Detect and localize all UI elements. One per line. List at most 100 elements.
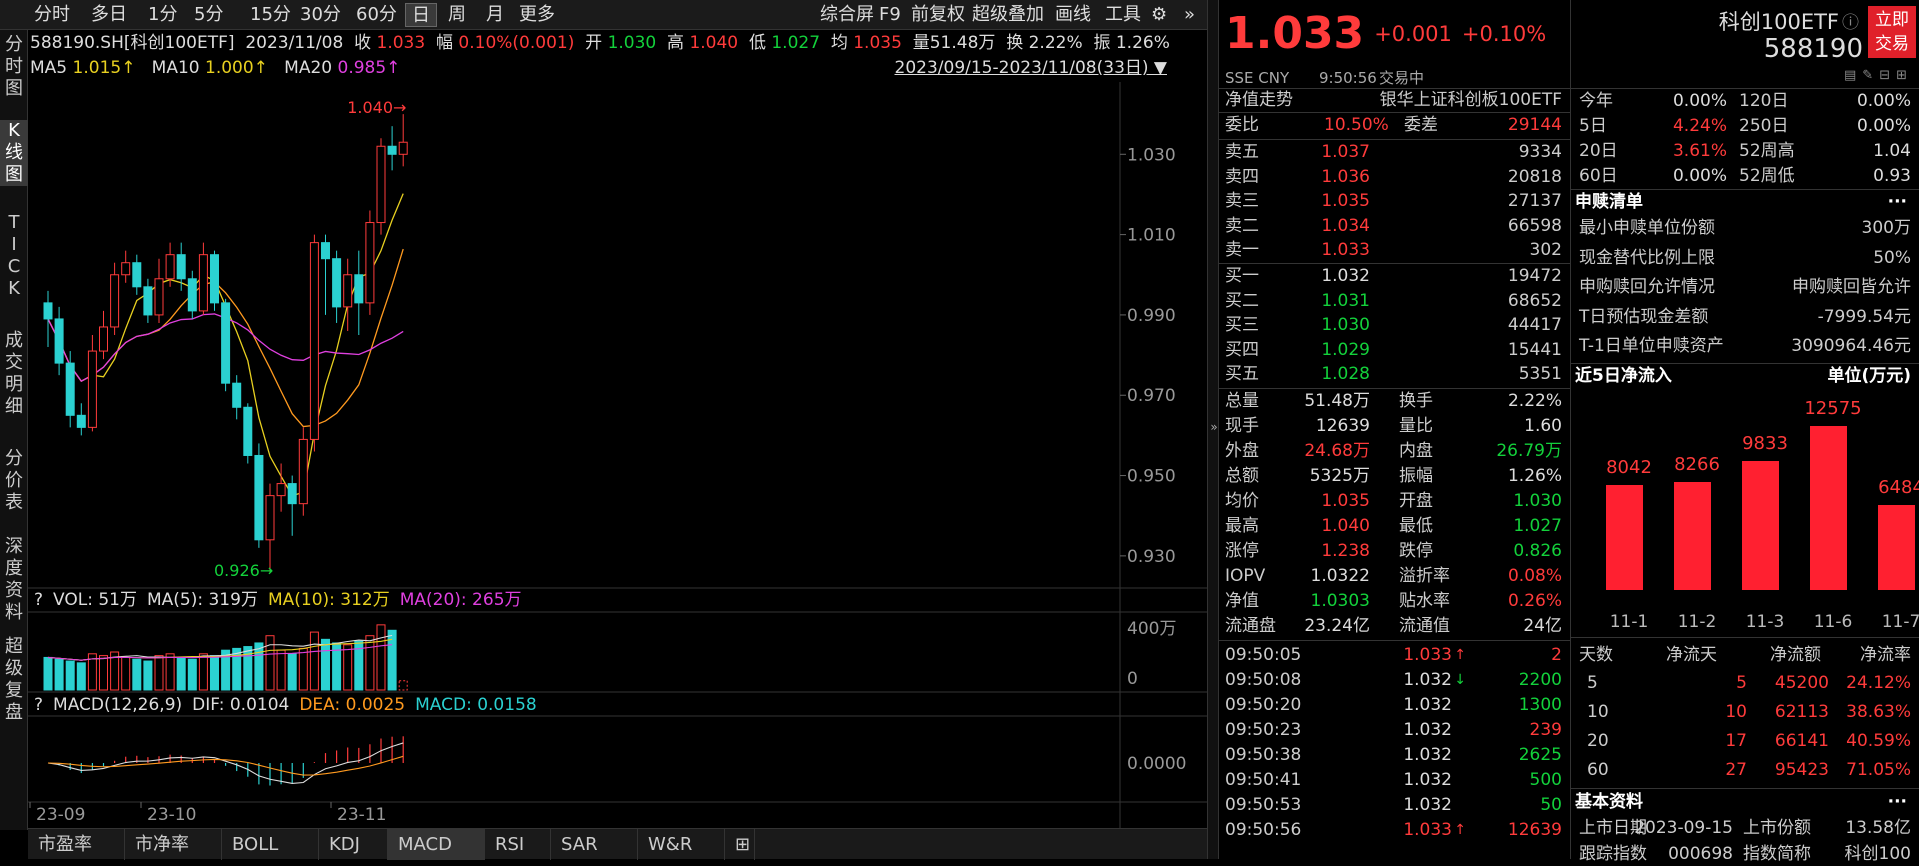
avg-value: 1.035: [853, 33, 902, 53]
bid-row: 买二 1.031 68652: [1219, 289, 1570, 313]
stat-value: 1.26%: [1507, 466, 1562, 486]
indicator-tab[interactable]: ⊞: [725, 829, 755, 860]
macd-legend-item: DEA: 0.0025: [299, 695, 405, 715]
ask-label: 卖五: [1225, 142, 1259, 162]
stat-label: 最高: [1225, 516, 1259, 536]
stat-value: 24.68万: [1304, 441, 1370, 461]
stat-row: 净值 1.0303 贴水率 0.26%: [1219, 589, 1570, 613]
candle: [54, 306, 64, 376]
ask-label: 卖三: [1225, 191, 1259, 211]
perf-value: 4.24%: [1672, 116, 1727, 136]
minus-icon[interactable]: ⊟: [1879, 68, 1896, 83]
indicator-tab[interactable]: W&R: [638, 829, 725, 860]
candle: [87, 335, 97, 432]
bid-label: 买五: [1225, 364, 1259, 384]
volume-bar: [398, 680, 408, 691]
indicator-tab[interactable]: SAR: [551, 829, 638, 860]
y-tick-label: 0.990: [1127, 306, 1176, 326]
candle-body: [198, 254, 208, 312]
indicator-tab[interactable]: 市盈率: [28, 829, 125, 860]
edit-icon[interactable]: ✎: [1862, 68, 1879, 83]
ask-price: 1.036: [1321, 166, 1370, 187]
stat-value: 1.0322: [1310, 566, 1370, 586]
inflow-bar-date: 11-2: [1677, 612, 1717, 632]
tick-price: 1.032: [1403, 695, 1452, 715]
more-icon: ···: [1887, 792, 1907, 812]
ask-volume: 27137: [1507, 191, 1562, 211]
turn-label: 换: [1006, 33, 1024, 53]
stat-label: 流通盘: [1225, 616, 1276, 636]
vol-label: 量: [912, 33, 930, 53]
macd-legend: ? MACD(12,26,9) DIF: 0.0104 DEA: 0.0025 MACD…: [34, 695, 537, 715]
ma5-value: 1.015↑: [72, 58, 136, 78]
stat-value: 24亿: [1523, 616, 1562, 636]
perf-value: 3.61%: [1672, 141, 1727, 161]
macd-legend-item: MACD: 0.0158: [415, 695, 537, 715]
candle: [143, 278, 153, 323]
quote-time: 9:50:56: [1319, 69, 1377, 87]
stat-label: 量比: [1399, 416, 1433, 436]
redeem-row: 现金替代比例上限 50%: [1571, 244, 1919, 273]
candle-body: [210, 254, 219, 304]
indicator-tab[interactable]: MACD: [388, 829, 485, 860]
indicator-tab[interactable]: KDJ: [319, 829, 388, 860]
perf-label: 120日: [1739, 91, 1789, 111]
basic-header: 基本资料 ···: [1571, 790, 1919, 814]
arrow-up-icon: ↑: [1454, 647, 1466, 663]
bid-volume: 5351: [1518, 364, 1562, 384]
flow-table-cell: 40.59%: [1846, 731, 1911, 751]
fund-info-panel: 科创100ETF ⓘ 588190 立即 交易 ▤✎⊟⊞ 今年 0.00% 120日 0.00% 5…: [1570, 0, 1919, 864]
volume-bar: [99, 655, 108, 691]
panel-collapse-handle[interactable]: »: [1207, 0, 1219, 859]
date-range-selector[interactable]: 2023/09/15-2023/11/08(33日) ▼: [895, 56, 1167, 80]
flow-table-header-cell: 天数: [1579, 645, 1613, 665]
basic-value: 2023-09-15: [1634, 818, 1733, 838]
indicator-tab[interactable]: BOLL: [222, 829, 319, 860]
indicator-tab[interactable]: RSI: [485, 829, 551, 860]
redeem-title: 申赎清单: [1575, 192, 1643, 212]
indicator-tab[interactable]: 市净率: [125, 829, 222, 860]
flow-table-cell: 24.12%: [1846, 673, 1911, 693]
stat-label: 换手: [1399, 391, 1433, 411]
candle-body: [343, 274, 353, 308]
perf-value: 0.00%: [1672, 166, 1727, 186]
plus-icon[interactable]: ⊞: [1896, 68, 1913, 83]
redeem-row: 最小申赎单位份额 300万: [1571, 214, 1919, 243]
perf-row: 60日 0.00% 52周低 0.93: [1571, 164, 1919, 188]
amp-value: 1.26%: [1115, 33, 1170, 53]
info-date: 2023/11/08: [245, 33, 344, 53]
layout-icon[interactable]: ▤: [1844, 68, 1862, 83]
candle: [198, 242, 208, 315]
inflow-header: 近5日净流入 单位(万元): [1571, 364, 1919, 388]
candle: [221, 298, 231, 392]
macd-legend-item: MACD(12,26,9): [53, 695, 182, 715]
bid-price: 1.030: [1321, 315, 1370, 335]
flow-table-cell: 60: [1587, 760, 1609, 780]
ask-price: 1.037: [1321, 142, 1370, 162]
price-change-pct: +0.10%: [1461, 21, 1547, 46]
perf-label: 52周低: [1739, 166, 1795, 186]
stat-row: 均价 1.035 开盘 1.030: [1219, 489, 1570, 513]
tick-time: 09:50:05: [1225, 645, 1302, 665]
trade-now-button[interactable]: 立即 交易: [1868, 6, 1916, 58]
stat-value: 1.0303: [1310, 591, 1370, 611]
candle-body: [232, 382, 242, 408]
vol-tick-label: 400万: [1127, 619, 1176, 639]
perf-row: 20日 3.61% 52周高 1.04: [1571, 139, 1919, 163]
basic-title: 基本资料: [1575, 792, 1643, 812]
basic-label: 上市份额: [1743, 818, 1811, 838]
info-icon[interactable]: ⓘ: [1842, 8, 1859, 33]
flow-table-row: 5 5 45200 24.12%: [1571, 671, 1919, 695]
stat-label: 跌停: [1399, 541, 1433, 561]
weicha-value: 29144: [1507, 115, 1562, 135]
nav-label: 净值走势: [1225, 90, 1293, 110]
flow-table-header-cell: 净流率: [1860, 645, 1911, 665]
volume-bar: [154, 655, 164, 691]
volume-bar: [387, 629, 397, 691]
ask-volume: 302: [1529, 240, 1562, 260]
candle-body: [154, 278, 164, 316]
candle-body: [365, 222, 375, 304]
stat-value: 0.26%: [1507, 591, 1562, 611]
candle-body: [243, 406, 253, 456]
kline-chart[interactable]: 1.0301.0100.9900.9700.9500.9301.040→0.92…: [0, 0, 1207, 830]
